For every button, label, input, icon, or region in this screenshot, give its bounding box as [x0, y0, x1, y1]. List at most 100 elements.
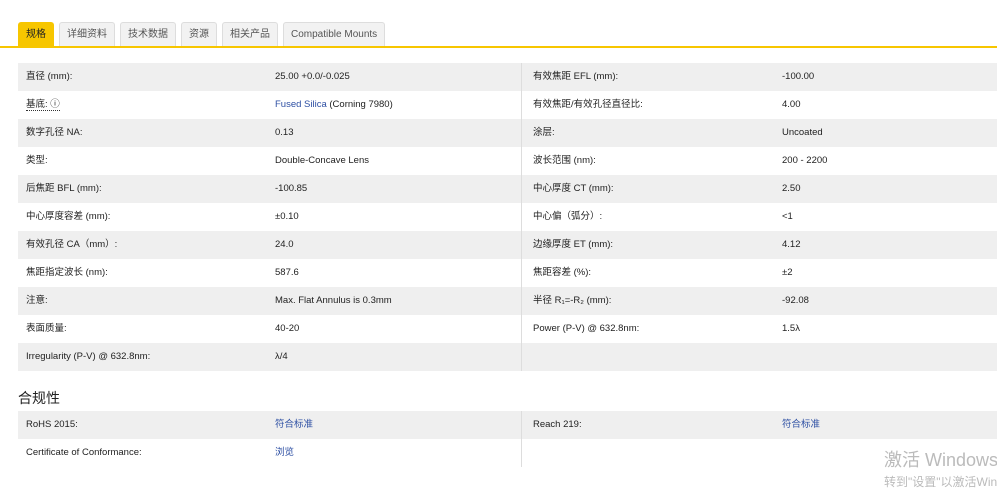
value-cell: ±2 — [782, 259, 997, 287]
cell-text: 2.50 — [782, 183, 801, 194]
cell-text: 4.00 — [782, 99, 801, 110]
cell-text: 有效焦距 EFL (mm): — [533, 71, 619, 82]
label-cell: 数字孔径 NA: — [18, 119, 275, 147]
label-cell: 边缘厚度 ET (mm): — [521, 231, 782, 259]
label-cell: 中心厚度 CT (mm): — [521, 175, 782, 203]
value-cell: 0.13 — [275, 119, 521, 147]
cell-text: ±0.10 — [275, 211, 299, 222]
value-cell: λ/4 — [275, 343, 521, 371]
cell-text: 200 - 2200 — [782, 155, 828, 166]
cell-text: 587.6 — [275, 267, 299, 278]
label-cell: 有效焦距/有效孔径直径比: — [521, 91, 782, 119]
cell-text: Power (P-V) @ 632.8nm: — [533, 323, 640, 334]
tab-3[interactable]: 资源 — [181, 22, 217, 47]
table-row: RoHS 2015: 符合标准 Reach 219: 符合标准 — [18, 411, 997, 439]
value-cell: 4.12 — [782, 231, 997, 259]
cell-text: 有效焦距/有效孔径直径比: — [533, 99, 643, 110]
cell-text: 4.12 — [782, 239, 801, 250]
value-cell: Fused Silica (Corning 7980) — [275, 91, 521, 119]
compliance-table: RoHS 2015: 符合标准 Reach 219: 符合标准 Certificate … — [18, 411, 997, 467]
cell-text: 半径 R₁=-R₂ (mm): — [533, 295, 612, 306]
cell-text: 类型: — [26, 155, 48, 166]
table-row: 数字孔径 NA: 0.13 涂层: Uncoated — [18, 119, 997, 147]
label-cell: 基底: ⓘ — [18, 91, 275, 119]
compliance-link[interactable]: 符合标准 — [782, 419, 820, 430]
label-cell: 有效孔径 CA（mm）: — [18, 231, 275, 259]
value-cell: -100.85 — [275, 175, 521, 203]
cell-text: 表面质量: — [26, 323, 67, 334]
table-row: 基底: ⓘ Fused Silica (Corning 7980) 有效焦距/有效孔… — [18, 91, 997, 119]
cell-text: 中心厚度容差 (mm): — [26, 211, 111, 222]
label-cell: 焦距指定波长 (nm): — [18, 259, 275, 287]
value-cell: -92.08 — [782, 287, 997, 315]
value-cell: ±0.10 — [275, 203, 521, 231]
tab-0[interactable]: 规格 — [18, 22, 54, 47]
value-cell: Uncoated — [782, 119, 997, 147]
label-cell: Reach 219: — [521, 411, 782, 439]
label-cell: RoHS 2015: — [18, 411, 275, 439]
cell-text: -100.00 — [782, 71, 815, 82]
tab-2[interactable]: 技术数据 — [120, 22, 176, 47]
cell-text: 边缘厚度 ET (mm): — [533, 239, 614, 250]
label-cell: Irregularity (P-V) @ 632.8nm: — [18, 343, 275, 371]
cell-text: Certificate of Conformance: — [26, 447, 142, 458]
cell-text: -100.85 — [275, 183, 308, 194]
cell-text: Double-Concave Lens — [275, 155, 370, 166]
table-row: 后焦距 BFL (mm): -100.85 中心厚度 CT (mm): 2.50 — [18, 175, 997, 203]
cell-text: 直径 (mm): — [26, 71, 73, 82]
cell-text: 25.00 +0.0/-0.025 — [275, 71, 350, 82]
cell-text: 后焦距 BFL (mm): — [26, 183, 102, 194]
table-row: Certificate of Conformance: 浏览 — [18, 439, 997, 467]
label-cell: 表面质量: — [18, 315, 275, 343]
cell-text[interactable]: 基底: ⓘ — [26, 99, 60, 111]
label-cell: 焦距容差 (%): — [521, 259, 782, 287]
tab-1[interactable]: 详细资料 — [59, 22, 115, 47]
table-row: 中心厚度容差 (mm): ±0.10 中心偏（弧分）: <1 — [18, 203, 997, 231]
cell-text: 1.5λ — [782, 323, 800, 334]
cell-text: λ/4 — [275, 351, 288, 362]
table-row: 直径 (mm): 25.00 +0.0/-0.025 有效焦距 EFL (mm): -… — [18, 63, 997, 91]
value-cell: Max. Flat Annulus is 0.3mm — [275, 287, 521, 315]
substrate-detail: (Corning 7980) — [326, 99, 393, 110]
cell-text: 焦距容差 (%): — [533, 267, 592, 278]
cell-text: 数字孔径 NA: — [26, 127, 83, 138]
label-cell: Power (P-V) @ 632.8nm: — [521, 315, 782, 343]
cell-text: 波长范围 (nm): — [533, 155, 596, 166]
table-row: 表面质量: 40-20 Power (P-V) @ 632.8nm: 1.5λ — [18, 315, 997, 343]
value-cell: 40-20 — [275, 315, 521, 343]
cell-text: Max. Flat Annulus is 0.3mm — [275, 295, 392, 306]
label-cell: 后焦距 BFL (mm): — [18, 175, 275, 203]
tab-4[interactable]: 相关产品 — [222, 22, 278, 47]
value-cell: 24.0 — [275, 231, 521, 259]
table-row: 注意: Max. Flat Annulus is 0.3mm 半径 R₁=-R₂ (… — [18, 287, 997, 315]
windows-watermark: 激活 Windows — [884, 450, 997, 470]
label-cell: 中心偏（弧分）: — [521, 203, 782, 231]
cell-text: 中心厚度 CT (mm): — [533, 183, 614, 194]
windows-watermark-sub: 转到"设置"以激活Windows — [884, 475, 997, 489]
tab-bar: 规格 详细资料 技术数据 资源 相关产品 Compatible Mounts — [18, 22, 386, 47]
table-row: Irregularity (P-V) @ 632.8nm: λ/4 — [18, 343, 997, 371]
label-cell: 直径 (mm): — [18, 63, 275, 91]
cell-text: 焦距指定波长 (nm): — [26, 267, 108, 278]
value-cell: <1 — [782, 203, 997, 231]
compliance-link[interactable]: 浏览 — [275, 447, 294, 458]
cell-text: -92.08 — [782, 295, 809, 306]
value-cell: Double-Concave Lens — [275, 147, 521, 175]
table-row: 类型: Double-Concave Lens 波长范围 (nm): 200 - 22… — [18, 147, 997, 175]
tab-5[interactable]: Compatible Mounts — [283, 22, 386, 47]
value-cell: 符合标准 — [275, 411, 521, 439]
cell-text: Irregularity (P-V) @ 632.8nm: — [26, 351, 151, 362]
label-cell — [521, 439, 782, 467]
value-cell: 1.5λ — [782, 315, 997, 343]
value-cell — [782, 343, 997, 371]
value-cell: 25.00 +0.0/-0.025 — [275, 63, 521, 91]
compliance-link[interactable]: 符合标准 — [275, 419, 313, 430]
fused-silica-link[interactable]: Fused Silica — [275, 99, 327, 110]
value-cell: -100.00 — [782, 63, 997, 91]
label-cell: 半径 R₁=-R₂ (mm): — [521, 287, 782, 315]
value-cell: 200 - 2200 — [782, 147, 997, 175]
cell-text: 24.0 — [275, 239, 294, 250]
cell-text: ±2 — [782, 267, 793, 278]
value-cell: 4.00 — [782, 91, 997, 119]
cell-text: RoHS 2015: — [26, 419, 78, 430]
